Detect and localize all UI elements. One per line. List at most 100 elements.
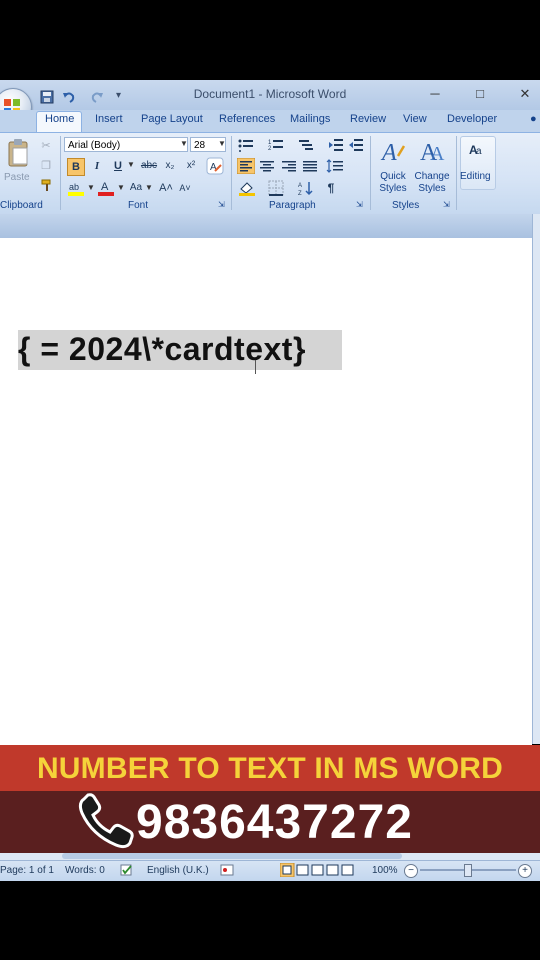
svg-text:2: 2	[268, 146, 272, 152]
banner-title: NUMBER TO TEXT IN MS WORD	[36, 752, 504, 785]
clear-formatting-icon[interactable]: A	[206, 157, 224, 175]
document-page[interactable]	[0, 238, 532, 758]
svg-text:a: a	[476, 146, 482, 157]
zoom-level[interactable]: 100%	[372, 865, 398, 876]
proofing-icon[interactable]	[120, 864, 134, 876]
group-divider	[60, 136, 61, 210]
change-styles-label-2: Styles	[418, 183, 446, 194]
tab-developer[interactable]: Developer	[447, 113, 497, 125]
styles-group-label: Styles	[392, 200, 420, 211]
status-page[interactable]: Page: 1 of 1	[0, 865, 54, 876]
borders-icon[interactable]	[268, 180, 284, 196]
paste-label: Paste	[4, 172, 30, 183]
cut-icon[interactable]: ✂	[38, 138, 54, 154]
show-formatting-button[interactable]: ¶	[323, 180, 339, 196]
align-center-icon[interactable]	[259, 159, 275, 173]
quick-styles-label-2: Styles	[379, 183, 407, 194]
chevron-down-icon: ▼	[145, 183, 153, 192]
dialog-launcher-icon[interactable]: ⇲	[356, 200, 363, 209]
font-group-label: Font	[128, 200, 149, 211]
phone-number: 9836437272	[136, 796, 413, 849]
view-buttons[interactable]	[280, 863, 360, 877]
font-name-dropdown[interactable]: Arial (Body)	[64, 137, 188, 152]
maximize-button[interactable]: □	[469, 85, 491, 103]
bullets-icon[interactable]	[238, 138, 254, 152]
align-right-icon[interactable]	[281, 159, 297, 173]
multilevel-list-icon[interactable]	[298, 138, 314, 152]
underline-button[interactable]: U	[110, 158, 126, 174]
vertical-scrollbar[interactable]	[532, 214, 540, 744]
help-icon[interactable]: ●	[530, 113, 537, 125]
strikethrough-button[interactable]: abc	[138, 158, 160, 174]
line-spacing-icon[interactable]	[326, 159, 346, 173]
save-icon[interactable]	[40, 90, 54, 104]
chevron-down-icon: ▼	[87, 183, 95, 192]
align-left-icon[interactable]	[237, 158, 255, 174]
font-color-icon[interactable]: A	[97, 180, 115, 196]
group-divider	[456, 136, 457, 210]
numbering-icon[interactable]: 1 2	[268, 138, 284, 152]
group-divider	[370, 136, 371, 210]
svg-text:A: A	[430, 143, 445, 164]
change-case-button[interactable]: Aa	[127, 180, 145, 196]
dialog-launcher-icon[interactable]: ⇲	[218, 200, 225, 209]
qat-customize-icon[interactable]: ▾	[116, 90, 121, 101]
bold-button[interactable]: B	[67, 158, 85, 176]
highlight-icon[interactable]: ab	[67, 180, 85, 196]
macro-recording-icon[interactable]	[220, 864, 234, 876]
subscript-button[interactable]: x₂	[162, 158, 178, 174]
tab-review[interactable]: Review	[350, 113, 386, 125]
tab-references[interactable]: References	[219, 113, 275, 125]
change-styles-icon[interactable]: A A	[418, 138, 446, 164]
change-styles-button[interactable]: Change Styles	[412, 171, 452, 195]
tab-view[interactable]: View	[403, 113, 427, 125]
superscript-button[interactable]: x²	[183, 158, 199, 174]
zoom-in-icon[interactable]: +	[518, 864, 532, 878]
chevron-down-icon: ▼	[117, 183, 125, 192]
find-icon: A a	[469, 143, 482, 157]
undo-icon[interactable]	[62, 90, 76, 104]
chevron-down-icon: ▼	[218, 139, 226, 148]
italic-button[interactable]: I	[89, 158, 105, 174]
tab-page-layout[interactable]: Page Layout	[141, 113, 203, 125]
i-beam-cursor	[255, 360, 256, 374]
status-language[interactable]: English (U.K.)	[147, 865, 209, 876]
svg-text:Z: Z	[298, 191, 302, 196]
dialog-launcher-icon[interactable]: ⇲	[443, 200, 450, 209]
horizontal-scroll-thumb[interactable]	[62, 853, 402, 859]
status-words[interactable]: Words: 0	[65, 865, 105, 876]
shading-icon[interactable]	[238, 180, 256, 196]
justify-icon[interactable]	[302, 159, 318, 173]
group-divider	[231, 136, 232, 210]
zoom-out-icon[interactable]: −	[404, 864, 418, 878]
copy-icon[interactable]: ❐	[38, 158, 54, 174]
clipboard-group-label: Clipboard	[0, 200, 43, 211]
svg-text:ab: ab	[69, 182, 79, 192]
svg-text:A: A	[101, 181, 109, 193]
phone-icon	[78, 793, 134, 849]
quick-styles-button[interactable]: Quick Styles	[377, 171, 409, 195]
editing-label: Editing	[460, 171, 491, 182]
tab-mailings[interactable]: Mailings	[290, 113, 330, 125]
quick-styles-icon[interactable]: A	[380, 138, 406, 164]
increase-indent-icon[interactable]	[348, 138, 364, 152]
chevron-down-icon: ▼	[127, 160, 135, 169]
change-styles-label-1: Change	[414, 171, 450, 182]
redo-icon[interactable]	[90, 90, 104, 104]
paste-icon[interactable]	[6, 138, 30, 168]
window-title: Document1 - Microsoft Word	[193, 87, 347, 101]
chevron-down-icon: ▼	[180, 139, 188, 148]
shrink-font-button[interactable]: A˅	[177, 180, 193, 196]
tab-home[interactable]: Home	[45, 113, 74, 125]
decrease-indent-icon[interactable]	[328, 138, 344, 152]
zoom-slider-thumb[interactable]	[464, 864, 472, 877]
field-code-text[interactable]: { = 2024\*cardtext}	[18, 331, 306, 368]
minimize-button[interactable]: ─	[424, 85, 446, 103]
format-painter-icon[interactable]	[40, 178, 54, 192]
close-button[interactable]: ✕	[514, 85, 536, 103]
ruler-bar	[0, 214, 540, 238]
quick-styles-label-1: Quick	[380, 171, 406, 182]
tab-insert[interactable]: Insert	[95, 113, 123, 125]
sort-icon[interactable]: AZ	[298, 180, 314, 196]
grow-font-button[interactable]: A˄	[158, 180, 174, 196]
